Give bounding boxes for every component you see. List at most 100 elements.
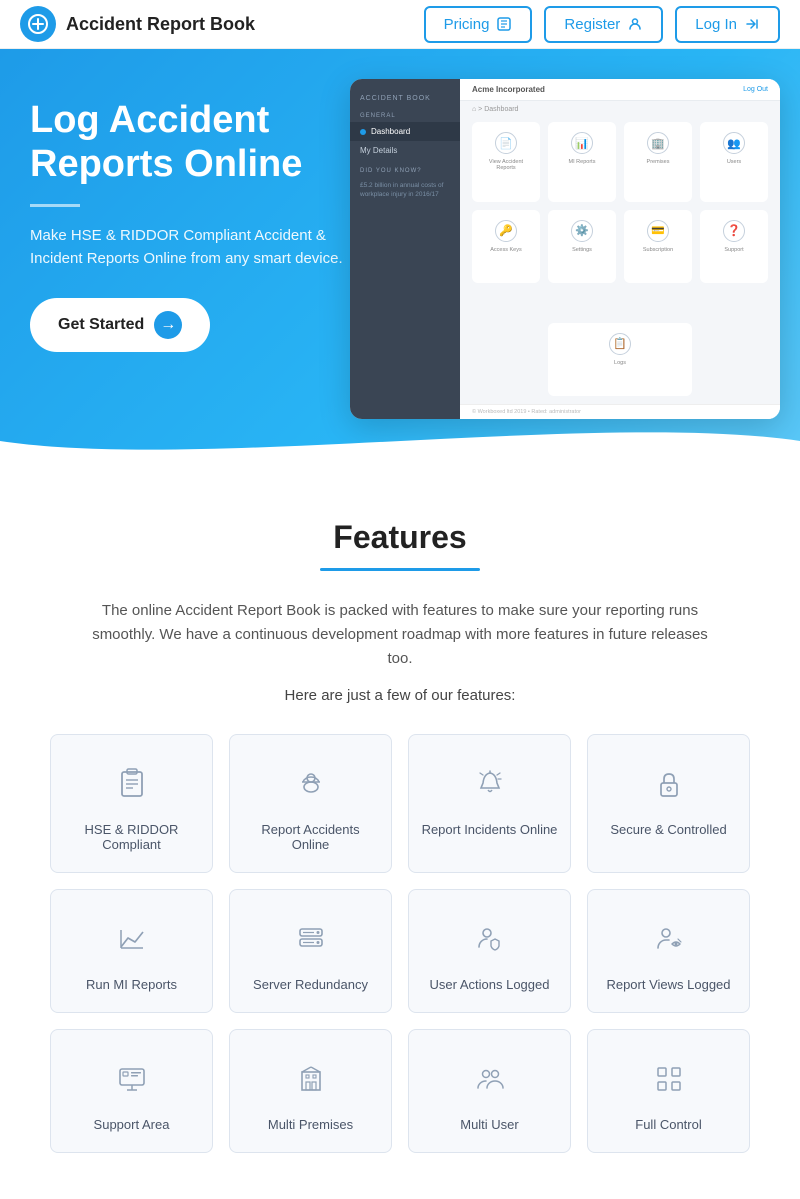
hero-section: Log Accident Reports Online Make HSE & R…	[0, 49, 800, 469]
mockup-card-mi-reports: 📊 MI Reports	[548, 122, 616, 202]
grid-icon	[650, 1060, 688, 1103]
mockup-card-label: Subscription	[643, 247, 673, 253]
mockup-dashboard-item: Dashboard	[350, 122, 460, 141]
pricing-icon	[496, 16, 512, 32]
feature-card-multi-user: Multi User	[408, 1029, 571, 1153]
mockup-card-view-accidents: 📄 View AccidentReports	[472, 122, 540, 202]
register-button[interactable]: Register	[544, 6, 663, 43]
feature-card-incidents: Report Incidents Online	[408, 734, 571, 873]
building-icon	[292, 1060, 330, 1103]
user-eye-icon	[650, 920, 688, 963]
mockup-main: Acme Incorporated Log Out ⌂ > Dashboard …	[460, 79, 780, 419]
feature-card-mi-reports: Run MI Reports	[50, 889, 213, 1013]
mockup-grid: 📄 View AccidentReports 📊 MI Reports 🏢 Pr…	[460, 118, 780, 404]
pricing-button[interactable]: Pricing	[424, 6, 533, 43]
mockup-card-label: Settings	[572, 247, 592, 253]
feature-card-full-control: Full Control	[587, 1029, 750, 1153]
mockup-card-label: MI Reports	[569, 159, 596, 165]
mockup-card-icon: 🔑	[495, 220, 517, 242]
mockup-card-logs: 📋 Logs	[548, 323, 692, 397]
app-mockup: ACCIDENT BOOK GENERAL Dashboard My Detai…	[350, 79, 780, 419]
mockup-card-settings: ⚙️ Settings	[548, 210, 616, 284]
get-started-button[interactable]: Get Started →	[30, 298, 210, 352]
features-description: The online Accident Report Book is packe…	[80, 599, 720, 671]
mockup-card-users: 👥 Users	[700, 122, 768, 202]
mockup-card-label: Users	[727, 159, 741, 165]
hero-divider	[30, 204, 80, 207]
features-section: Features The online Accident Report Book…	[0, 469, 800, 1199]
feature-label: Report Views Logged	[606, 977, 730, 992]
register-label: Register	[564, 16, 620, 33]
logo-text: Accident Report Book	[66, 14, 255, 35]
server-icon	[292, 920, 330, 963]
pricing-label: Pricing	[444, 16, 490, 33]
mockup-company-name: Acme Incorporated	[472, 85, 545, 94]
mockup-card-premises: 🏢 Premises	[624, 122, 692, 202]
feature-label: Report Incidents Online	[422, 822, 558, 837]
login-button[interactable]: Log In	[675, 6, 780, 43]
mockup-general-label: GENERAL	[360, 113, 450, 119]
feature-card-server-redundancy: Server Redundancy	[229, 889, 392, 1013]
mockup-card-icon: 📋	[609, 333, 631, 355]
mockup-section-didyouknow: DID YOU KNOW?	[350, 160, 460, 177]
alert-bell-icon	[471, 765, 509, 808]
mockup-card-label: Logs	[614, 360, 626, 366]
login-icon	[744, 16, 760, 32]
mockup-didyouknow-label: DID YOU KNOW?	[360, 168, 450, 174]
mockup-card-icon: 📊	[571, 132, 593, 154]
feature-label: Report Accidents Online	[242, 822, 379, 852]
feature-label: Multi Premises	[268, 1117, 353, 1132]
get-started-label: Get Started	[58, 316, 144, 334]
feature-label: Support Area	[94, 1117, 170, 1132]
mockup-dashboard-label: Dashboard	[371, 127, 410, 136]
feature-card-multi-premises: Multi Premises	[229, 1029, 392, 1153]
login-label: Log In	[695, 16, 737, 33]
feature-card-accidents: Report Accidents Online	[229, 734, 392, 873]
feature-card-secure: Secure & Controlled	[587, 734, 750, 873]
active-dot	[360, 129, 366, 135]
logo-icon	[20, 6, 56, 42]
monitor-icon	[113, 1060, 151, 1103]
feature-card-support-area: Support Area	[50, 1029, 213, 1153]
mockup-card-icon: ⚙️	[571, 220, 593, 242]
header: Accident Report Book Pricing Register Lo…	[0, 0, 800, 49]
hero-subtitle: Make HSE & RIDDOR Compliant Accident & I…	[30, 225, 380, 270]
arrow-circle-icon: →	[154, 311, 182, 339]
features-grid-row2: Run MI Reports Server Redundancy	[30, 889, 770, 1013]
features-sub-text: Here are just a few of our features:	[30, 687, 770, 704]
mockup-breadcrumb: ⌂ > Dashboard	[460, 101, 780, 118]
mockup-card-label: Support	[724, 247, 743, 253]
mockup-sidebar-title: ACCIDENT BOOK	[350, 89, 460, 105]
mockup-mydetails-item: My Details	[350, 141, 460, 160]
feature-label: Run MI Reports	[86, 977, 177, 992]
person-hard-hat-icon	[292, 765, 330, 808]
mockup-card-icon: 📄	[495, 132, 517, 154]
mockup-section-general: GENERAL	[350, 105, 460, 122]
mockup-card-icon: 💳	[647, 220, 669, 242]
features-grid-row3: Support Area Multi Premises	[30, 1029, 770, 1153]
feature-label: Full Control	[635, 1117, 701, 1132]
mockup-card-access-keys: 🔑 Access Keys	[472, 210, 540, 284]
mockup-card-subscription: 💳 Subscription	[624, 210, 692, 284]
logo-area: Accident Report Book	[20, 6, 255, 42]
feature-label: Multi User	[460, 1117, 519, 1132]
features-title: Features	[30, 519, 770, 556]
features-underline	[320, 568, 480, 571]
mockup-card-icon: 🏢	[647, 132, 669, 154]
feature-card-user-actions: User Actions Logged	[408, 889, 571, 1013]
feature-label: User Actions Logged	[430, 977, 550, 992]
mockup-card-label: View AccidentReports	[489, 159, 523, 171]
feature-card-report-views: Report Views Logged	[587, 889, 750, 1013]
feature-label: HSE & RIDDOR Compliant	[63, 822, 200, 852]
mockup-card-label: Premises	[647, 159, 670, 165]
feature-card-hse: HSE & RIDDOR Compliant	[50, 734, 213, 873]
mockup-mydetails-label: My Details	[360, 146, 397, 155]
hero-content: Log Accident Reports Online Make HSE & R…	[30, 99, 380, 352]
hero-title: Log Accident Reports Online	[30, 99, 380, 186]
mockup-sidebar: ACCIDENT BOOK GENERAL Dashboard My Detai…	[350, 79, 460, 419]
user-shield-icon	[471, 920, 509, 963]
mockup-card-label: Access Keys	[490, 247, 521, 253]
chart-icon	[113, 920, 151, 963]
mockup-info-text: £5.2 billion in annual costs of workplac…	[350, 177, 460, 199]
mockup-card-support: ❓ Support	[700, 210, 768, 284]
